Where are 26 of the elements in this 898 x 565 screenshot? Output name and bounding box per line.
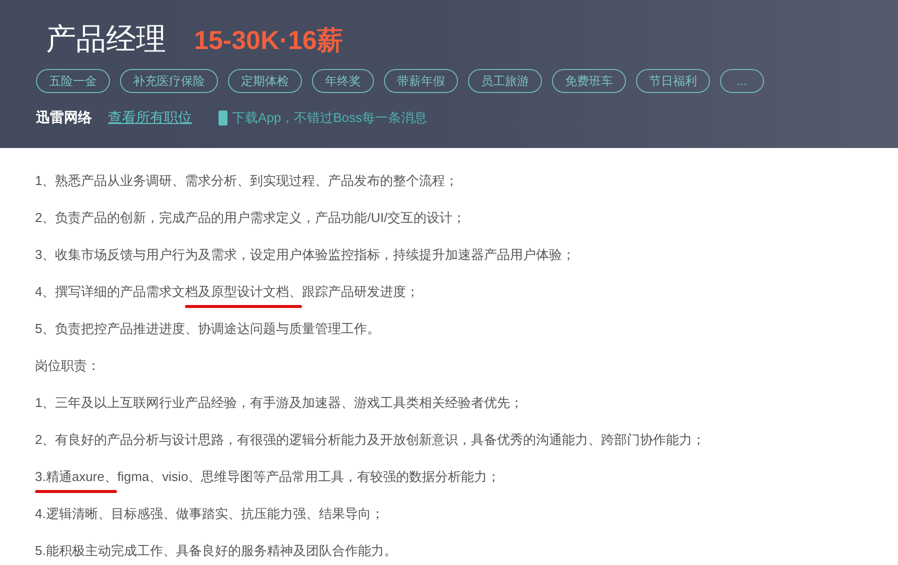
company-name: 迅雷网络	[36, 108, 92, 127]
benefit-tag: 节日福利	[636, 69, 710, 93]
description-line: 2、有良好的产品分析与设计思路，有很强的逻辑分析能力及开放创新意识，具备优秀的沟通能力、跨部门协作能力；	[35, 431, 706, 449]
description-line: 4、撰写详细的产品需求文档及原型设计文档、跟踪产品研发进度；	[35, 273, 420, 310]
description-line: 4.逻辑清晰、目标感强、做事踏实、抗压能力强、结果导向；	[35, 505, 384, 523]
benefit-tag: 定期体检	[228, 69, 302, 93]
app-promo[interactable]: 下载App，不错过Boss每一条消息	[232, 108, 428, 128]
benefit-tag: 五险一金	[36, 69, 110, 93]
benefit-tag: 员工旅游	[468, 69, 542, 93]
description-line: 5.能积极主动完成工作、具备良好的服务精神及团队合作能力。	[35, 542, 397, 560]
salary: 15-30K·16薪	[194, 24, 343, 57]
description-line: 3.精通axure、figma、visio、思维导图等产品常用工具，有较强的数据分析能力；	[35, 458, 500, 495]
benefit-tag: 带薪年假	[384, 69, 458, 93]
benefit-tag: 补充医疗保险	[120, 69, 218, 93]
benefit-tag: 免费班车	[552, 69, 626, 93]
description-line: 5、负责把控产品推进进度、协调途达问题与质量管理工作。	[35, 320, 380, 338]
benefit-tag: 年终奖	[312, 69, 374, 93]
description-line: 1、熟悉产品从业务调研、需求分析、到实现过程、产品发布的整个流程；	[35, 172, 458, 190]
description-line: 岗位职责：	[35, 357, 100, 375]
job-title: 产品经理	[46, 22, 166, 58]
all-jobs-link[interactable]: 查看所有职位	[108, 107, 192, 128]
description-line: 3、收集市场反馈与用户行为及需求，设定用户体验监控指标，持续提升加速器产品用户体验；	[35, 246, 576, 264]
benefit-tag: ...	[720, 69, 764, 93]
description-line: 2、负责产品的创新，完成产品的用户需求定义，产品功能/UI/交互的设计；	[35, 209, 466, 227]
phone-icon	[218, 110, 228, 126]
description-line: 1、三年及以上互联网行业产品经验，有手游及加速器、游戏工具类相关经验者优先；	[35, 394, 524, 412]
